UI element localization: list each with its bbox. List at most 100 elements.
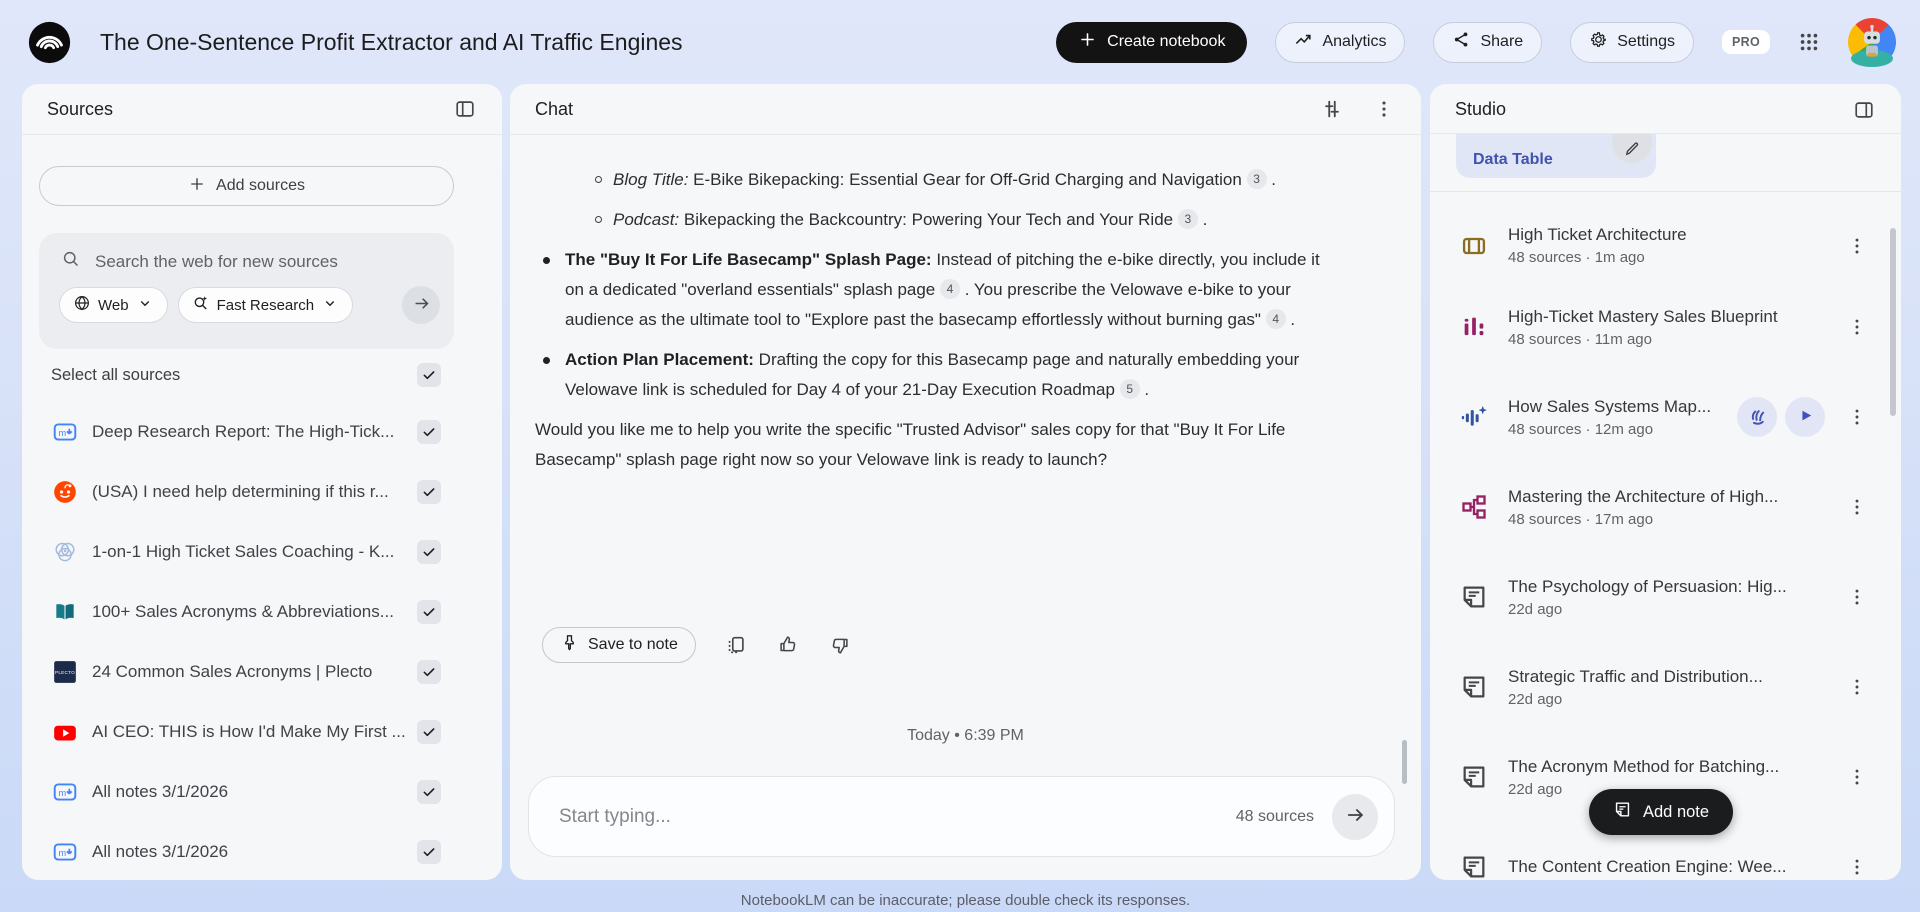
source-checkbox[interactable]	[417, 600, 441, 624]
studio-item[interactable]: High-Ticket Mastery Sales Blueprint 48 so…	[1430, 282, 1901, 372]
sources-panel: Sources Add sources Search the web for n…	[22, 84, 502, 880]
share-button[interactable]: Share	[1433, 21, 1543, 63]
studio-item-menu-icon[interactable]	[1845, 315, 1869, 339]
note-icon	[1613, 800, 1632, 824]
studio-item[interactable]: The Psychology of Persuasion: Hig... 22d …	[1430, 552, 1901, 642]
save-to-note-button[interactable]: Save to note	[542, 627, 696, 663]
add-sources-button[interactable]: Add sources	[39, 166, 454, 206]
plus-icon	[1078, 30, 1097, 54]
collapse-studio-panel-icon[interactable]	[1852, 98, 1876, 122]
apps-grid-icon[interactable]	[1798, 31, 1820, 53]
source-checkbox[interactable]	[417, 840, 441, 864]
source-list-item[interactable]: AI CEO: THIS is How I'd Make My First ..…	[22, 702, 502, 762]
arrow-right-icon	[412, 294, 431, 316]
source-title: AI CEO: THIS is How I'd Make My First ..…	[92, 722, 406, 741]
studio-create-row: Data Table	[1430, 133, 1901, 192]
pro-badge: PRO	[1722, 30, 1770, 54]
studio-item-title: High Ticket Architecture	[1508, 225, 1687, 244]
source-list-item[interactable]: m All notes 3/1/2026	[22, 762, 502, 822]
add-note-button[interactable]: Add note	[1589, 789, 1734, 835]
book-icon	[52, 599, 78, 625]
source-checkbox[interactable]	[417, 780, 441, 804]
source-count: 48 sources	[1235, 807, 1314, 825]
source-list-item[interactable]: 100+ Sales Acronyms & Abbreviations...	[22, 582, 502, 642]
create-notebook-button[interactable]: Create notebook	[1056, 21, 1248, 63]
studio-item-meta: 22d ago	[1508, 690, 1563, 708]
studio-scrollbar[interactable]	[1890, 228, 1896, 416]
mindmap-icon	[1460, 493, 1488, 521]
studio-item-meta: 48 sources · 12m ago	[1508, 420, 1654, 438]
chat-more-menu-icon[interactable]	[1372, 97, 1396, 121]
settings-button[interactable]: Settings	[1570, 21, 1694, 63]
chat-panel: Chat Blog Title: E-Bike Bikepacking: Ess…	[510, 84, 1421, 880]
citation-chip[interactable]: 4	[1265, 309, 1286, 329]
send-button[interactable]	[1332, 793, 1378, 840]
response-actions-row: Save to note	[542, 627, 852, 663]
interactive-mode-button[interactable]	[1737, 397, 1777, 437]
note-icon: m	[52, 779, 78, 805]
studio-item-title: Mastering the Architecture of High...	[1508, 486, 1779, 506]
doc-icon	[1460, 763, 1488, 791]
source-checkbox[interactable]	[417, 660, 441, 684]
text-segment: Podcast:	[613, 210, 680, 229]
studio-item-menu-icon[interactable]	[1845, 405, 1869, 429]
source-list-item[interactable]: 1-on-1 High Ticket Sales Coaching - K...	[22, 522, 502, 582]
thumbs-up-icon[interactable]	[776, 633, 800, 657]
svg-text:m: m	[59, 788, 67, 798]
audio-icon	[1460, 403, 1488, 431]
source-list-item[interactable]: m All notes 3/1/2026	[22, 822, 502, 880]
notebooklm-logo-icon[interactable]	[27, 20, 72, 65]
studio-item-menu-icon[interactable]	[1845, 675, 1869, 699]
studio-item[interactable]: How Sales Systems Map... 48 sources · 12m…	[1430, 372, 1901, 462]
web-filter-dropdown[interactable]: Web	[59, 287, 168, 323]
studio-item[interactable]: Mastering the Architecture of High... 48 …	[1430, 462, 1901, 552]
source-list-item[interactable]: (USA) I need help determining if this r.…	[22, 462, 502, 522]
svg-text:m: m	[59, 428, 67, 438]
collapse-sources-panel-icon[interactable]	[453, 97, 477, 121]
source-list-item[interactable]: m Deep Research Report: The High-Tick...	[22, 402, 502, 462]
studio-item-menu-icon[interactable]	[1845, 234, 1869, 258]
citation-chip[interactable]: 3	[1246, 169, 1267, 189]
web-search-card: Search the web for new sources Web Fast …	[39, 233, 454, 349]
studio-item[interactable]: High Ticket Architecture 48 sources · 1m …	[1430, 209, 1901, 282]
avatar-image	[1851, 24, 1893, 67]
thumbs-down-icon[interactable]	[828, 633, 852, 657]
search-submit-button[interactable]	[402, 286, 440, 324]
copy-icon[interactable]	[724, 633, 748, 657]
citation-chip[interactable]: 4	[940, 279, 960, 299]
chat-input[interactable]: Start typing... 48 sources	[528, 776, 1395, 857]
source-checkbox[interactable]	[417, 540, 441, 564]
plecto-icon: PLECTO	[52, 659, 78, 685]
text-segment: Action Plan Placement:	[565, 350, 754, 369]
notebook-title: The One-Sentence Profit Extractor and AI…	[100, 28, 683, 55]
research-mode-dropdown[interactable]: Fast Research	[177, 287, 354, 323]
select-all-checkbox[interactable]	[417, 363, 441, 387]
play-audio-button[interactable]	[1785, 397, 1825, 437]
avatar[interactable]	[1848, 18, 1896, 67]
chat-block-sub: Podcast: Bikepacking the Backcountry: Po…	[535, 205, 1327, 235]
source-list-item[interactable]: PLECTO 24 Common Sales Acronyms | Plecto	[22, 642, 502, 702]
bullet-marker	[543, 257, 550, 264]
web-search-input[interactable]: Search the web for new sources	[39, 233, 454, 274]
chat-scrollbar[interactable]	[1402, 740, 1407, 784]
studio-item-menu-icon[interactable]	[1845, 495, 1869, 519]
studio-item-meta: 22d ago	[1508, 600, 1563, 618]
citation-chip[interactable]: 3	[1177, 209, 1198, 229]
analytics-button[interactable]: Analytics	[1275, 21, 1406, 63]
text-segment: Would you like me to help you write the …	[535, 420, 1286, 469]
search-filter-row: Web Fast Research	[39, 274, 454, 324]
studio-item-menu-icon[interactable]	[1845, 855, 1869, 879]
chat-timestamp: Today • 6:39 PM	[907, 727, 1024, 744]
source-checkbox[interactable]	[417, 420, 441, 444]
chevron-down-icon	[321, 294, 339, 316]
reddit-icon	[52, 479, 78, 505]
chat-panel-header: Chat	[510, 84, 1421, 135]
studio-item-menu-icon[interactable]	[1845, 585, 1869, 609]
source-checkbox[interactable]	[417, 720, 441, 744]
studio-item-menu-icon[interactable]	[1845, 765, 1869, 789]
chat-settings-icon[interactable]	[1320, 97, 1344, 121]
studio-item[interactable]: Strategic Traffic and Distribution... 22d…	[1430, 642, 1901, 732]
citation-chip[interactable]: 5	[1119, 379, 1140, 399]
source-checkbox[interactable]	[417, 480, 441, 504]
studio-panel-title: Studio	[1455, 99, 1507, 119]
